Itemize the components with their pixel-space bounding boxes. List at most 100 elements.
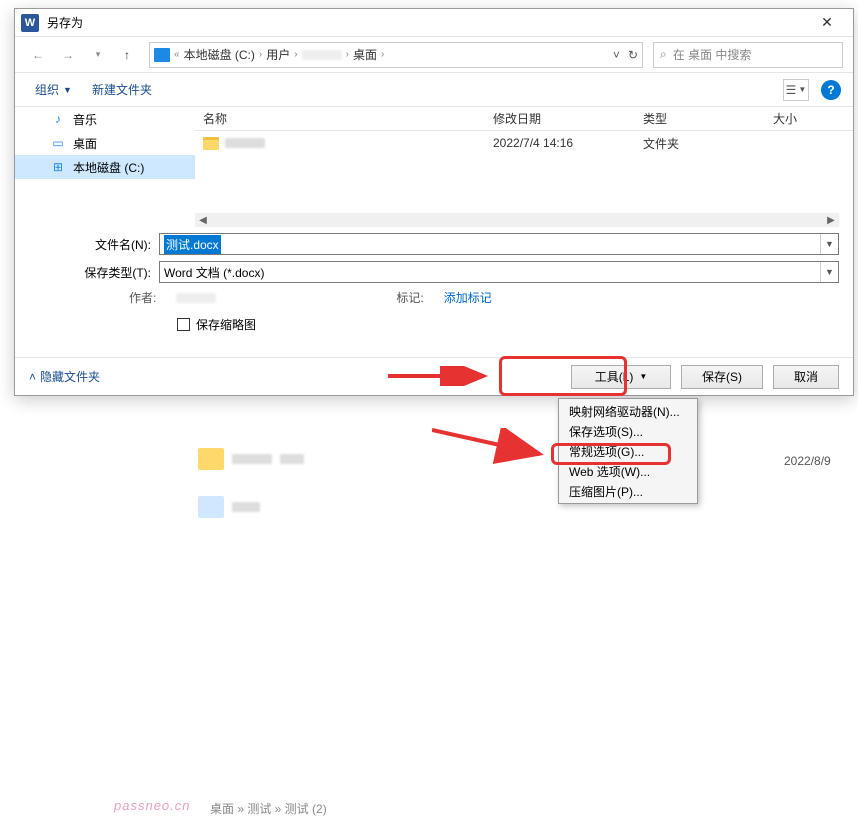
navbar: ← → ▾ ↑ « 本地磁盘 (C:) › 用户 › › 桌面 › ˅ ↻ ⌕ … bbox=[15, 37, 853, 73]
menu-item-general-options[interactable]: 常规选项(G)... bbox=[561, 441, 695, 461]
filetype-label: 保存类型(T): bbox=[29, 264, 159, 281]
folder-icon bbox=[198, 448, 224, 470]
blurred-text bbox=[232, 454, 272, 464]
save-as-dialog: W 另存为 ✕ ← → ▾ ↑ « 本地磁盘 (C:) › 用户 › › 桌面 … bbox=[14, 8, 854, 396]
sidebar-item-label: 本地磁盘 (C:) bbox=[73, 159, 144, 176]
sidebar: ♪ 音乐 ▭ 桌面 ⊞ 本地磁盘 (C:) bbox=[15, 107, 195, 227]
help-icon[interactable]: ? bbox=[821, 80, 841, 100]
col-date[interactable]: 修改日期 bbox=[485, 110, 635, 127]
drive-icon bbox=[154, 48, 170, 62]
col-name[interactable]: 名称 bbox=[195, 110, 485, 127]
bc-sep: › bbox=[346, 49, 349, 60]
blurred-text bbox=[280, 454, 304, 464]
bg-breadcrumb: 桌面 » 测试 » 测试 (2) bbox=[210, 800, 327, 817]
chevron-down-icon: ▼ bbox=[63, 85, 72, 95]
bg-folder-row bbox=[198, 448, 304, 470]
refresh-icon[interactable]: ↻ bbox=[628, 48, 638, 62]
chevron-down-icon[interactable]: ▼ bbox=[820, 234, 838, 254]
watermark: passneo.cn bbox=[114, 798, 191, 813]
close-button[interactable]: ✕ bbox=[807, 11, 847, 35]
blurred-filename bbox=[225, 138, 265, 148]
bc-sep: › bbox=[259, 49, 262, 60]
cancel-button[interactable]: 取消 bbox=[773, 365, 839, 389]
col-size[interactable]: 大小 bbox=[765, 110, 853, 127]
scroll-right-icon[interactable]: ▶ bbox=[823, 213, 839, 227]
save-button[interactable]: 保存(S) bbox=[681, 365, 763, 389]
sidebar-item-local-disk[interactable]: ⊞ 本地磁盘 (C:) bbox=[15, 155, 195, 179]
word-icon: W bbox=[21, 14, 39, 32]
filetype-select[interactable]: Word 文档 (*.docx) ▼ bbox=[159, 261, 839, 283]
col-type[interactable]: 类型 bbox=[635, 110, 765, 127]
search-placeholder: 在 桌面 中搜索 bbox=[673, 46, 752, 63]
view-options-button[interactable]: ☰▼ bbox=[783, 79, 809, 101]
chevron-up-icon: ˄ bbox=[29, 370, 36, 384]
toolbar: 组织 ▼ 新建文件夹 ☰▼ ? bbox=[15, 73, 853, 107]
form-area: 文件名(N): 测试.docx ▼ 保存类型(T): Word 文档 (*.do… bbox=[15, 227, 853, 339]
horizontal-scrollbar[interactable]: ◀ ▶ bbox=[195, 213, 839, 227]
search-input[interactable]: ⌕ 在 桌面 中搜索 bbox=[653, 42, 843, 68]
file-row[interactable]: 2022/7/4 14:16 文件夹 bbox=[195, 131, 853, 155]
new-folder-button[interactable]: 新建文件夹 bbox=[84, 78, 160, 101]
desktop-icon: ▭ bbox=[51, 136, 65, 150]
music-icon: ♪ bbox=[51, 112, 65, 126]
bc-segment[interactable]: 本地磁盘 (C:) bbox=[184, 46, 255, 63]
drive-icon: ⊞ bbox=[51, 160, 65, 174]
bc-sep: « bbox=[174, 49, 180, 60]
annotation-arrow bbox=[432, 428, 552, 468]
bc-sep: › bbox=[381, 49, 384, 60]
tags-label: 标记: bbox=[396, 289, 423, 306]
thumbnail-label: 保存缩略图 bbox=[196, 316, 256, 333]
content-area: ♪ 音乐 ▭ 桌面 ⊞ 本地磁盘 (C:) 名称 修改日期 类型 大小 bbox=[15, 107, 853, 227]
chevron-down-icon: ▼ bbox=[639, 372, 647, 381]
chevron-down-icon[interactable]: ˅ bbox=[613, 48, 620, 62]
search-icon: ⌕ bbox=[660, 47, 667, 62]
author-blurred bbox=[176, 293, 216, 303]
nav-forward-button[interactable]: → bbox=[55, 42, 81, 68]
bg-folder-row bbox=[198, 496, 260, 518]
nav-up-button[interactable]: ↑ bbox=[115, 43, 139, 67]
sidebar-item-music[interactable]: ♪ 音乐 bbox=[15, 107, 195, 131]
author-label: 作者: bbox=[129, 289, 156, 306]
file-date: 2022/7/4 14:16 bbox=[485, 136, 635, 150]
filename-value: 测试.docx bbox=[164, 235, 221, 254]
tags-link[interactable]: 添加标记 bbox=[444, 289, 492, 306]
tools-button[interactable]: 工具(L) ▼ bbox=[571, 365, 671, 389]
dialog-title: 另存为 bbox=[47, 14, 807, 31]
nav-recent-button[interactable]: ▾ bbox=[85, 42, 111, 68]
bc-segment[interactable]: 桌面 bbox=[353, 46, 377, 63]
bg-date: 2022/8/9 bbox=[784, 454, 831, 468]
bc-segment[interactable]: 用户 bbox=[266, 46, 290, 63]
menu-item-web-options[interactable]: Web 选项(W)... bbox=[561, 461, 695, 481]
thumbnail-checkbox[interactable] bbox=[177, 318, 190, 331]
filename-label: 文件名(N): bbox=[29, 236, 159, 253]
filetype-value: Word 文档 (*.docx) bbox=[164, 264, 264, 281]
titlebar: W 另存为 ✕ bbox=[15, 9, 853, 37]
background-explorer: passneo.cn 桌面 » 测试 » 测试 (2) 2022/8/9 bbox=[14, 396, 854, 511]
breadcrumb[interactable]: « 本地磁盘 (C:) › 用户 › › 桌面 › ˅ ↻ bbox=[149, 42, 643, 68]
file-type: 文件夹 bbox=[635, 135, 765, 152]
breadcrumb-actions: ˅ ↻ bbox=[613, 48, 638, 62]
file-icon bbox=[198, 496, 224, 518]
hide-folders-button[interactable]: ˄ 隐藏文件夹 bbox=[29, 368, 100, 385]
nav-back-button[interactable]: ← bbox=[25, 42, 51, 68]
bc-blurred bbox=[302, 50, 342, 60]
column-headers: 名称 修改日期 类型 大小 bbox=[195, 107, 853, 131]
organize-button[interactable]: 组织 ▼ bbox=[27, 78, 80, 101]
chevron-down-icon[interactable]: ▼ bbox=[820, 262, 838, 282]
menu-item-map-drive[interactable]: 映射网络驱动器(N)... bbox=[561, 401, 695, 421]
bc-sep: › bbox=[294, 49, 297, 60]
dialog-footer: ˄ 隐藏文件夹 工具(L) ▼ 保存(S) 取消 bbox=[15, 357, 853, 395]
tools-dropdown-menu: 映射网络驱动器(N)... 保存选项(S)... 常规选项(G)... Web … bbox=[558, 398, 698, 504]
sidebar-item-label: 音乐 bbox=[73, 111, 97, 128]
filename-input[interactable]: 测试.docx ▼ bbox=[159, 233, 839, 255]
file-list: 名称 修改日期 类型 大小 2022/7/4 14:16 文件夹 ◀ ▶ bbox=[195, 107, 853, 227]
sidebar-item-desktop[interactable]: ▭ 桌面 bbox=[15, 131, 195, 155]
scroll-left-icon[interactable]: ◀ bbox=[195, 213, 211, 227]
sidebar-item-label: 桌面 bbox=[73, 135, 97, 152]
menu-item-compress[interactable]: 压缩图片(P)... bbox=[561, 481, 695, 501]
folder-icon bbox=[203, 137, 219, 150]
tools-label: 工具(L) bbox=[595, 368, 634, 385]
menu-item-save-options[interactable]: 保存选项(S)... bbox=[561, 421, 695, 441]
organize-label: 组织 bbox=[35, 81, 59, 98]
hide-folders-label: 隐藏文件夹 bbox=[40, 368, 100, 385]
